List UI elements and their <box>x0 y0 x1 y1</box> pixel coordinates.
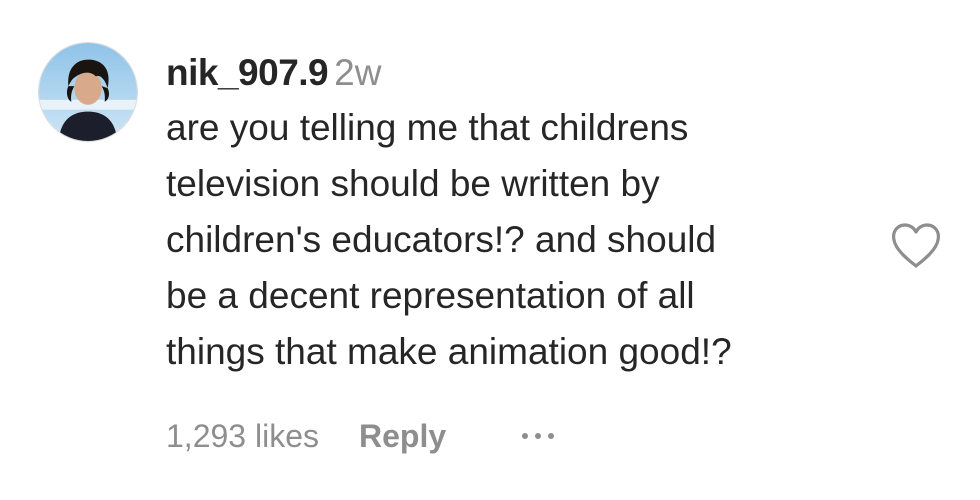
comment-item: nik_907.9 2w are you telling me that chil… <box>0 0 980 500</box>
reply-button[interactable]: Reply <box>359 414 446 458</box>
avatar[interactable] <box>38 42 138 142</box>
comment-text-line: things that make animation good!? <box>166 331 732 372</box>
comment-content: nik_907.9 2w are you telling me that chil… <box>166 50 866 380</box>
comment-header: nik_907.9 2w <box>166 50 866 96</box>
comment-text-line: be a decent representation of all <box>166 275 695 316</box>
dot <box>522 433 529 439</box>
username-link[interactable]: nik_907.9 <box>166 52 329 93</box>
dot <box>548 433 555 439</box>
comment-timestamp[interactable]: 2w <box>334 52 381 93</box>
more-horizontal-icon[interactable] <box>522 427 555 445</box>
heart-outline-icon[interactable] <box>890 222 942 270</box>
avatar-image <box>39 43 137 141</box>
comment-text-line: children's educators!? and should <box>166 219 717 260</box>
dot <box>535 433 542 439</box>
comment-actions: 1,293 likes Reply <box>166 414 555 458</box>
comment-text: are you telling me that childrens televi… <box>166 100 866 380</box>
comment-text-line: television should be written by <box>166 163 660 204</box>
likes-count[interactable]: 1,293 likes <box>166 414 319 458</box>
comment-text-line: are you telling me that childrens <box>166 107 689 148</box>
